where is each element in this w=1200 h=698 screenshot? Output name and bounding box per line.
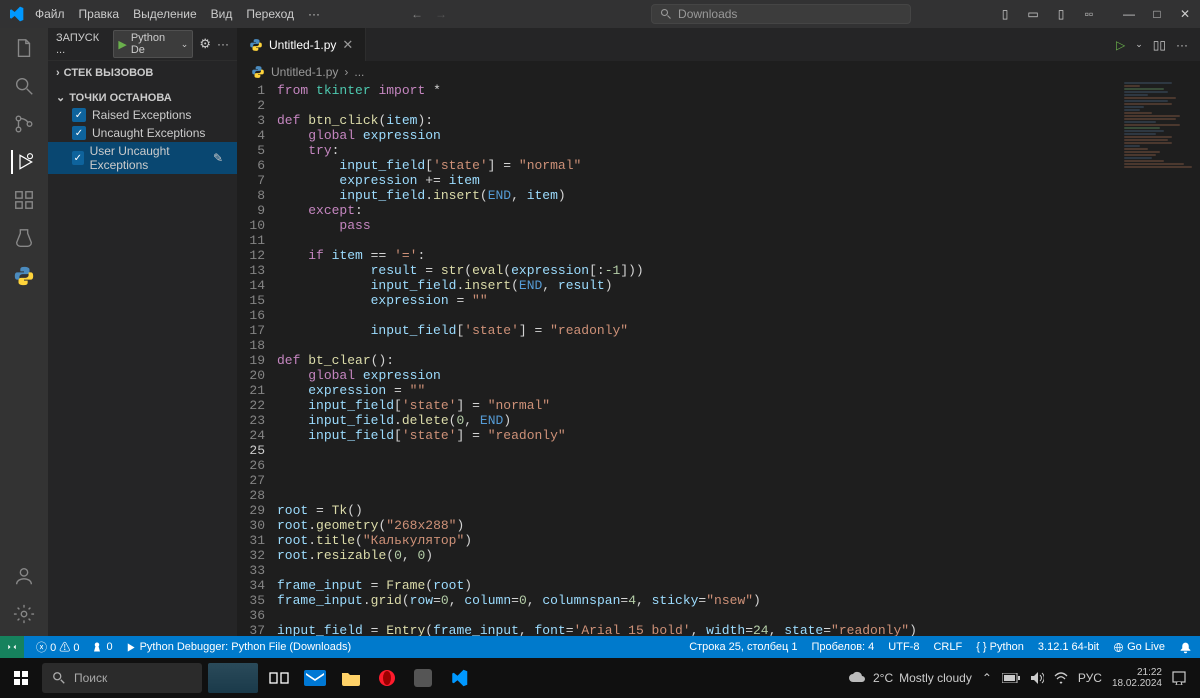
run-file-icon[interactable]: ▷ — [1116, 38, 1125, 52]
menubar: ФайлПравкаВыделениеВидПереход··· ← → Dow… — [0, 0, 1200, 28]
run-view-title: ЗАПУСК ... — [56, 32, 107, 56]
windows-taskbar: Поиск 2°C Mostly cloudy ⌃ РУС 21:22 18.0… — [0, 658, 1200, 698]
notifications-icon[interactable] — [1179, 641, 1192, 654]
split-editor-icon[interactable]: ▯▯ — [1153, 38, 1166, 52]
menu-item[interactable]: Вид — [204, 5, 240, 23]
run-menu-chevron-icon[interactable]: ⌄ — [1135, 39, 1143, 50]
search-icon — [660, 8, 672, 20]
more-icon[interactable]: ··· — [217, 37, 229, 51]
cloud-icon — [847, 670, 867, 686]
search-icon — [52, 671, 66, 685]
chevron-right-icon: › — [56, 67, 60, 79]
task-view-icon[interactable] — [264, 663, 294, 693]
search-view-icon[interactable] — [12, 74, 36, 98]
statusbar: ⓧ 0 ⚠ 0 0 Python Debugger: Python File (… — [0, 636, 1200, 658]
clock[interactable]: 21:22 18.02.2024 — [1112, 667, 1162, 689]
python-file-icon — [249, 38, 263, 52]
edit-icon[interactable]: ✎ — [213, 151, 223, 165]
search-placeholder: Downloads — [678, 7, 737, 21]
tray-chevron-icon[interactable]: ⌃ — [982, 671, 992, 685]
cursor-position[interactable]: Строка 25, столбец 1 — [689, 641, 797, 653]
indent-status[interactable]: Пробелов: 4 — [811, 641, 874, 653]
tray-volume-icon[interactable] — [1030, 672, 1044, 684]
layout-right-icon[interactable]: ▯ — [1054, 7, 1068, 21]
checkbox-icon: ✓ — [72, 126, 86, 140]
vscode-taskbar-icon[interactable] — [444, 663, 474, 693]
opera-icon[interactable] — [372, 663, 402, 693]
command-palette[interactable]: Downloads — [651, 4, 911, 24]
radio-tower[interactable]: 0 — [91, 641, 112, 653]
taskbar-widget[interactable] — [208, 663, 258, 693]
breadcrumb[interactable]: Untitled-1.py › ... — [237, 61, 1200, 83]
menu-item[interactable]: Правка — [72, 5, 127, 23]
testing-icon[interactable] — [12, 226, 36, 250]
tab-title: Untitled-1.py — [269, 38, 336, 52]
run-debug-icon[interactable] — [11, 150, 35, 174]
gear-icon[interactable]: ⚙ — [199, 36, 211, 52]
tray-wifi-icon[interactable] — [1054, 672, 1068, 684]
call-stack-section[interactable]: ›СТЕК ВЫЗОВОВ — [48, 65, 237, 81]
window-close-icon[interactable]: ✕ — [1178, 7, 1192, 21]
close-tab-icon[interactable]: ✕ — [342, 37, 353, 53]
tabbar: Untitled-1.py ✕ ▷ ⌄ ▯▯ ··· — [237, 28, 1200, 61]
encoding-status[interactable]: UTF-8 — [888, 641, 919, 653]
taskbar-search[interactable]: Поиск — [42, 663, 202, 693]
chevron-down-icon: ⌄ — [181, 39, 189, 50]
python-icon[interactable] — [12, 264, 36, 288]
checkbox-icon: ✓ — [72, 151, 84, 165]
layout-bottom-icon[interactable]: ▭ — [1026, 7, 1040, 21]
account-icon[interactable] — [12, 564, 36, 588]
language-status[interactable]: { } Python — [976, 641, 1024, 653]
window-maximize-icon[interactable]: □ — [1150, 7, 1164, 21]
breakpoints-section[interactable]: ⌄ТОЧКИ ОСТАНОВА — [48, 89, 237, 106]
activitybar — [0, 28, 48, 636]
eol-status[interactable]: CRLF — [933, 641, 962, 653]
file-explorer-icon[interactable] — [336, 663, 366, 693]
git-icon[interactable] — [12, 112, 36, 136]
debugger-status[interactable]: Python Debugger: Python File (Downloads) — [125, 641, 352, 653]
window-minimize-icon[interactable]: — — [1122, 7, 1136, 21]
settings-gear-icon[interactable] — [12, 602, 36, 626]
more-actions-icon[interactable]: ··· — [1176, 38, 1188, 52]
start-button[interactable] — [6, 663, 36, 693]
menu-item[interactable]: Файл — [28, 5, 72, 23]
debug-sidebar: ЗАПУСК ... ▶ Python De ⌄ ⚙ ··· ›СТЕК ВЫЗ… — [48, 28, 237, 636]
nav-forward-icon[interactable]: → — [435, 7, 447, 21]
breakpoint-check[interactable]: ✓Uncaught Exceptions — [48, 124, 237, 142]
minimap[interactable] — [1120, 81, 1200, 636]
tray-language[interactable]: РУС — [1078, 671, 1102, 685]
explorer-icon[interactable] — [12, 36, 36, 60]
start-debug-icon: ▶ — [118, 38, 126, 51]
error-count[interactable]: ⓧ 0 ⚠ 0 — [36, 639, 79, 655]
layout-customize-icon[interactable]: ▫▫ — [1082, 7, 1096, 21]
interpreter-status[interactable]: 3.12.1 64-bit — [1038, 641, 1099, 653]
python-file-icon — [251, 65, 265, 79]
notification-center-icon[interactable] — [1172, 671, 1186, 685]
remote-indicator[interactable] — [0, 636, 24, 658]
editor-tab[interactable]: Untitled-1.py ✕ — [237, 28, 366, 61]
breakpoint-check[interactable]: ✓Raised Exceptions — [48, 106, 237, 124]
menu-item[interactable]: Выделение — [126, 5, 204, 23]
debug-config-dropdown[interactable]: ▶ Python De ⌄ — [113, 30, 193, 58]
menu-item[interactable]: ··· — [301, 5, 327, 23]
nav-back-icon[interactable]: ← — [411, 7, 423, 21]
weather-widget[interactable]: 2°C Mostly cloudy — [847, 670, 972, 686]
mail-icon[interactable] — [300, 663, 330, 693]
go-live[interactable]: Go Live — [1113, 641, 1165, 653]
breakpoint-check[interactable]: ✓User Uncaught Exceptions✎ — [48, 142, 237, 174]
chevron-down-icon: ⌄ — [56, 91, 65, 104]
checkbox-icon: ✓ — [72, 108, 86, 122]
layout-left-icon[interactable]: ▯ — [998, 7, 1012, 21]
extensions-icon[interactable] — [12, 188, 36, 212]
menu-item[interactable]: Переход — [239, 5, 301, 23]
vscode-logo-icon — [8, 6, 24, 22]
app-icon[interactable] — [408, 663, 438, 693]
code-editor[interactable]: 1234567891011121314151617181920212223242… — [237, 83, 1200, 636]
